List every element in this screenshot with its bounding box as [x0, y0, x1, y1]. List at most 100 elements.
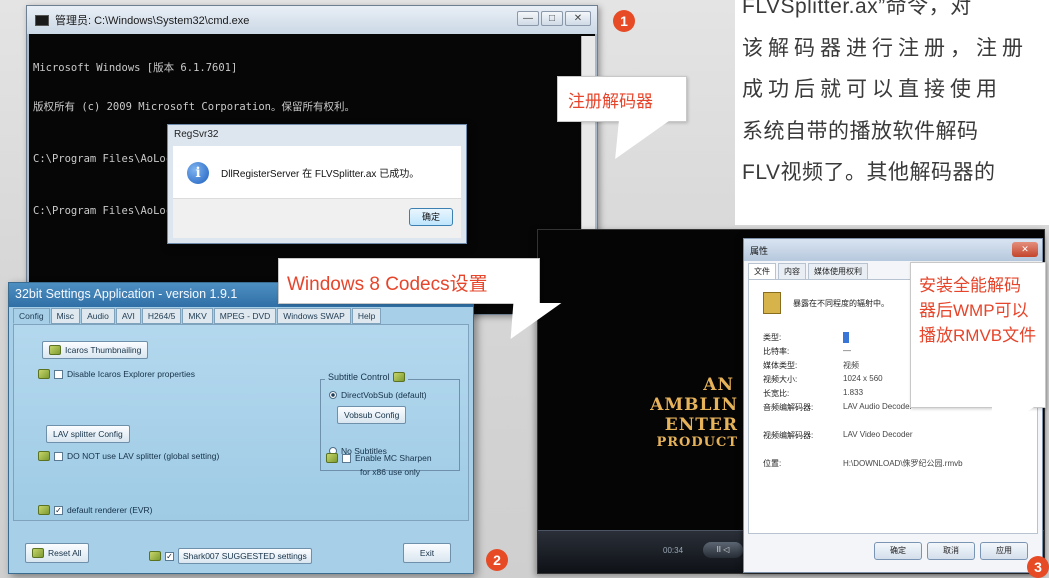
checkbox-box[interactable] [54, 369, 63, 379]
reset-all-button[interactable]: Reset All [25, 543, 89, 563]
film-text-product: PRODUCT [656, 435, 738, 450]
property-value: LAV Video Decoder [843, 430, 913, 439]
checkbox-box[interactable]: ✓ [54, 505, 63, 515]
properties-filename: 暴露在不同程度的辐射中。 [793, 299, 889, 308]
tab-windows-swap[interactable]: Windows SWAP [277, 308, 351, 324]
article-line: 该解码器进行注册，注册 [742, 36, 1028, 60]
film-title-overlay: AN AMBLIN ENTER PRODUCT [588, 375, 738, 450]
gear-icon [149, 551, 161, 561]
tab-audio[interactable]: Audio [81, 308, 115, 324]
properties-buttons: 确定 取消 应用 [874, 542, 1028, 560]
player-time: 00:34 [663, 546, 684, 555]
properties-tabs: 文件 内容 媒体使用权利 [748, 263, 868, 280]
checkbox-label: Disable Icaros Explorer properties [67, 369, 196, 379]
property-key: 位置: [763, 459, 782, 468]
settings-tabs: Config Misc Audio AVI H264/5 MKV MPEG - … [13, 308, 382, 324]
directvobsub-radio[interactable]: DirectVobSub (default) [329, 390, 427, 400]
exit-button[interactable]: Exit [403, 543, 451, 563]
property-row: 视频大小: 1024 x 560 [763, 374, 883, 385]
property-row: 类型: [763, 332, 849, 343]
ok-button[interactable]: 确定 [409, 208, 453, 226]
settings-window: 32bit Settings Application - version 1.9… [8, 282, 474, 574]
tab-media-rights[interactable]: 媒体使用权利 [808, 263, 868, 280]
gear-icon [38, 369, 50, 379]
vobsub-config-button[interactable]: Vobsub Config [337, 406, 407, 424]
article-line: FLV视频了。其他解码器的 [742, 161, 996, 184]
property-key: 媒体类型: [763, 361, 798, 370]
disable-icaros-checkbox[interactable]: Disable Icaros Explorer properties [38, 369, 195, 379]
checkbox-box[interactable] [54, 451, 63, 461]
cmd-title: 管理员: C:\Windows\System32\cmd.exe [55, 15, 250, 27]
tab-avi[interactable]: AVI [115, 308, 141, 324]
suggested-settings-checkbox[interactable]: ✓ Shark007 SUGGESTED settings [149, 548, 312, 564]
ok-button[interactable]: 确定 [874, 542, 922, 560]
tab-file[interactable]: 文件 [748, 263, 776, 280]
apply-button[interactable]: 应用 [980, 542, 1028, 560]
tab-config[interactable]: Config [13, 308, 50, 324]
step-badge-1: 1 [613, 10, 635, 32]
checkbox-box[interactable]: ✓ [165, 551, 174, 561]
minimize-button[interactable]: — [517, 11, 539, 26]
radio-dot[interactable] [329, 391, 337, 399]
icaros-thumbnailing-button[interactable]: Icaros Thumbnailing [42, 341, 149, 359]
gear-icon [38, 451, 50, 461]
callout-register-decoder: 注册解码器 [557, 76, 687, 122]
property-row: 视频编解码器: LAV Video Decoder [763, 430, 913, 441]
tab-h264[interactable]: H264/5 [141, 308, 182, 324]
property-key: 视频编解码器: [763, 431, 814, 440]
step-badge-2: 2 [486, 549, 508, 571]
article-text: FLVSplitter.ax”命令，对 该解码器进行注册，注册 成功后就可以直接… [742, 0, 1047, 194]
tab-help[interactable]: Help [351, 308, 382, 324]
property-value[interactable] [843, 332, 849, 343]
property-key: 长宽比: [763, 389, 790, 398]
enable-mc-sharpen-note: for x86 use only [360, 467, 421, 477]
property-key: 比特率: [763, 347, 790, 356]
suggested-settings-label: Shark007 SUGGESTED settings [178, 548, 312, 564]
close-button[interactable]: ✕ [1012, 242, 1038, 257]
gear-icon [49, 345, 61, 355]
tab-mkv[interactable]: MKV [182, 308, 213, 324]
checkbox-box[interactable] [342, 453, 351, 463]
property-key: 类型: [763, 333, 782, 342]
lav-splitter-config-button[interactable]: LAV splitter Config [46, 425, 130, 443]
property-value: H:\DOWNLOAD\侏罗纪公园.rmvb [843, 459, 963, 468]
callout-codecs-settings: Windows 8 Codecs设置 [278, 258, 540, 304]
close-button[interactable]: ✕ [565, 11, 591, 26]
cmd-line: 版权所有 (c) 2009 Microsoft Corporation。保留所有… [33, 101, 355, 113]
property-value: 视频 [843, 361, 859, 370]
film-text-an: AN [703, 375, 734, 395]
property-value: 1.833 [843, 388, 864, 397]
property-value: — [843, 346, 851, 355]
tab-misc[interactable]: Misc [50, 308, 81, 324]
callout-wmp-rmvb: 安装全能解码器后WMP可以播放RMVB文件 [910, 262, 1046, 408]
button-label: LAV splitter Config [53, 429, 123, 439]
step-badge-3: 3 [1027, 556, 1049, 578]
cancel-button[interactable]: 取消 [927, 542, 975, 560]
enable-mc-sharpen-checkbox[interactable]: Enable MC Sharpen [326, 453, 432, 463]
property-row: 位置: H:\DOWNLOAD\侏罗纪公园.rmvb [763, 458, 963, 469]
cmd-title-bar[interactable]: 管理员: C:\Windows\System32\cmd.exe [27, 6, 597, 34]
property-row: 长宽比: 1.833 [763, 388, 863, 399]
info-icon: i [187, 162, 209, 184]
article-line: FLVSplitter.ax”命令，对 [742, 0, 972, 18]
property-key: 音频编解码器: [763, 403, 814, 412]
property-value: LAV Audio Decoder [843, 402, 913, 411]
cmd-line: Microsoft Windows [版本 6.1.7601] [33, 62, 238, 74]
properties-title: 属性 [744, 239, 1042, 261]
article-line: 系统自带的播放软件解码 [742, 119, 979, 143]
property-row: 比特率: — [763, 346, 851, 357]
gear-icon [326, 453, 338, 463]
checkbox-label: DO NOT use LAV splitter (global setting) [67, 451, 220, 461]
checkbox-label: Enable MC Sharpen [355, 453, 432, 463]
film-text-amblin: AMBLIN ENTER [650, 395, 738, 435]
tab-mpeg-dvd[interactable]: MPEG - DVD [213, 308, 277, 324]
default-renderer-checkbox[interactable]: ✓ default renderer (EVR) [38, 505, 153, 515]
play-pause-button[interactable]: II ◁ [703, 542, 743, 558]
no-lav-splitter-checkbox[interactable]: DO NOT use LAV splitter (global setting) [38, 451, 219, 461]
settings-footer: Reset All ✓ Shark007 SUGGESTED settings … [13, 535, 469, 569]
maximize-button[interactable]: □ [541, 11, 563, 26]
button-label: Icaros Thumbnailing [65, 345, 142, 355]
tab-content[interactable]: 内容 [778, 263, 806, 280]
property-row: 音频编解码器: LAV Audio Decoder [763, 402, 912, 413]
gear-icon [38, 505, 50, 515]
